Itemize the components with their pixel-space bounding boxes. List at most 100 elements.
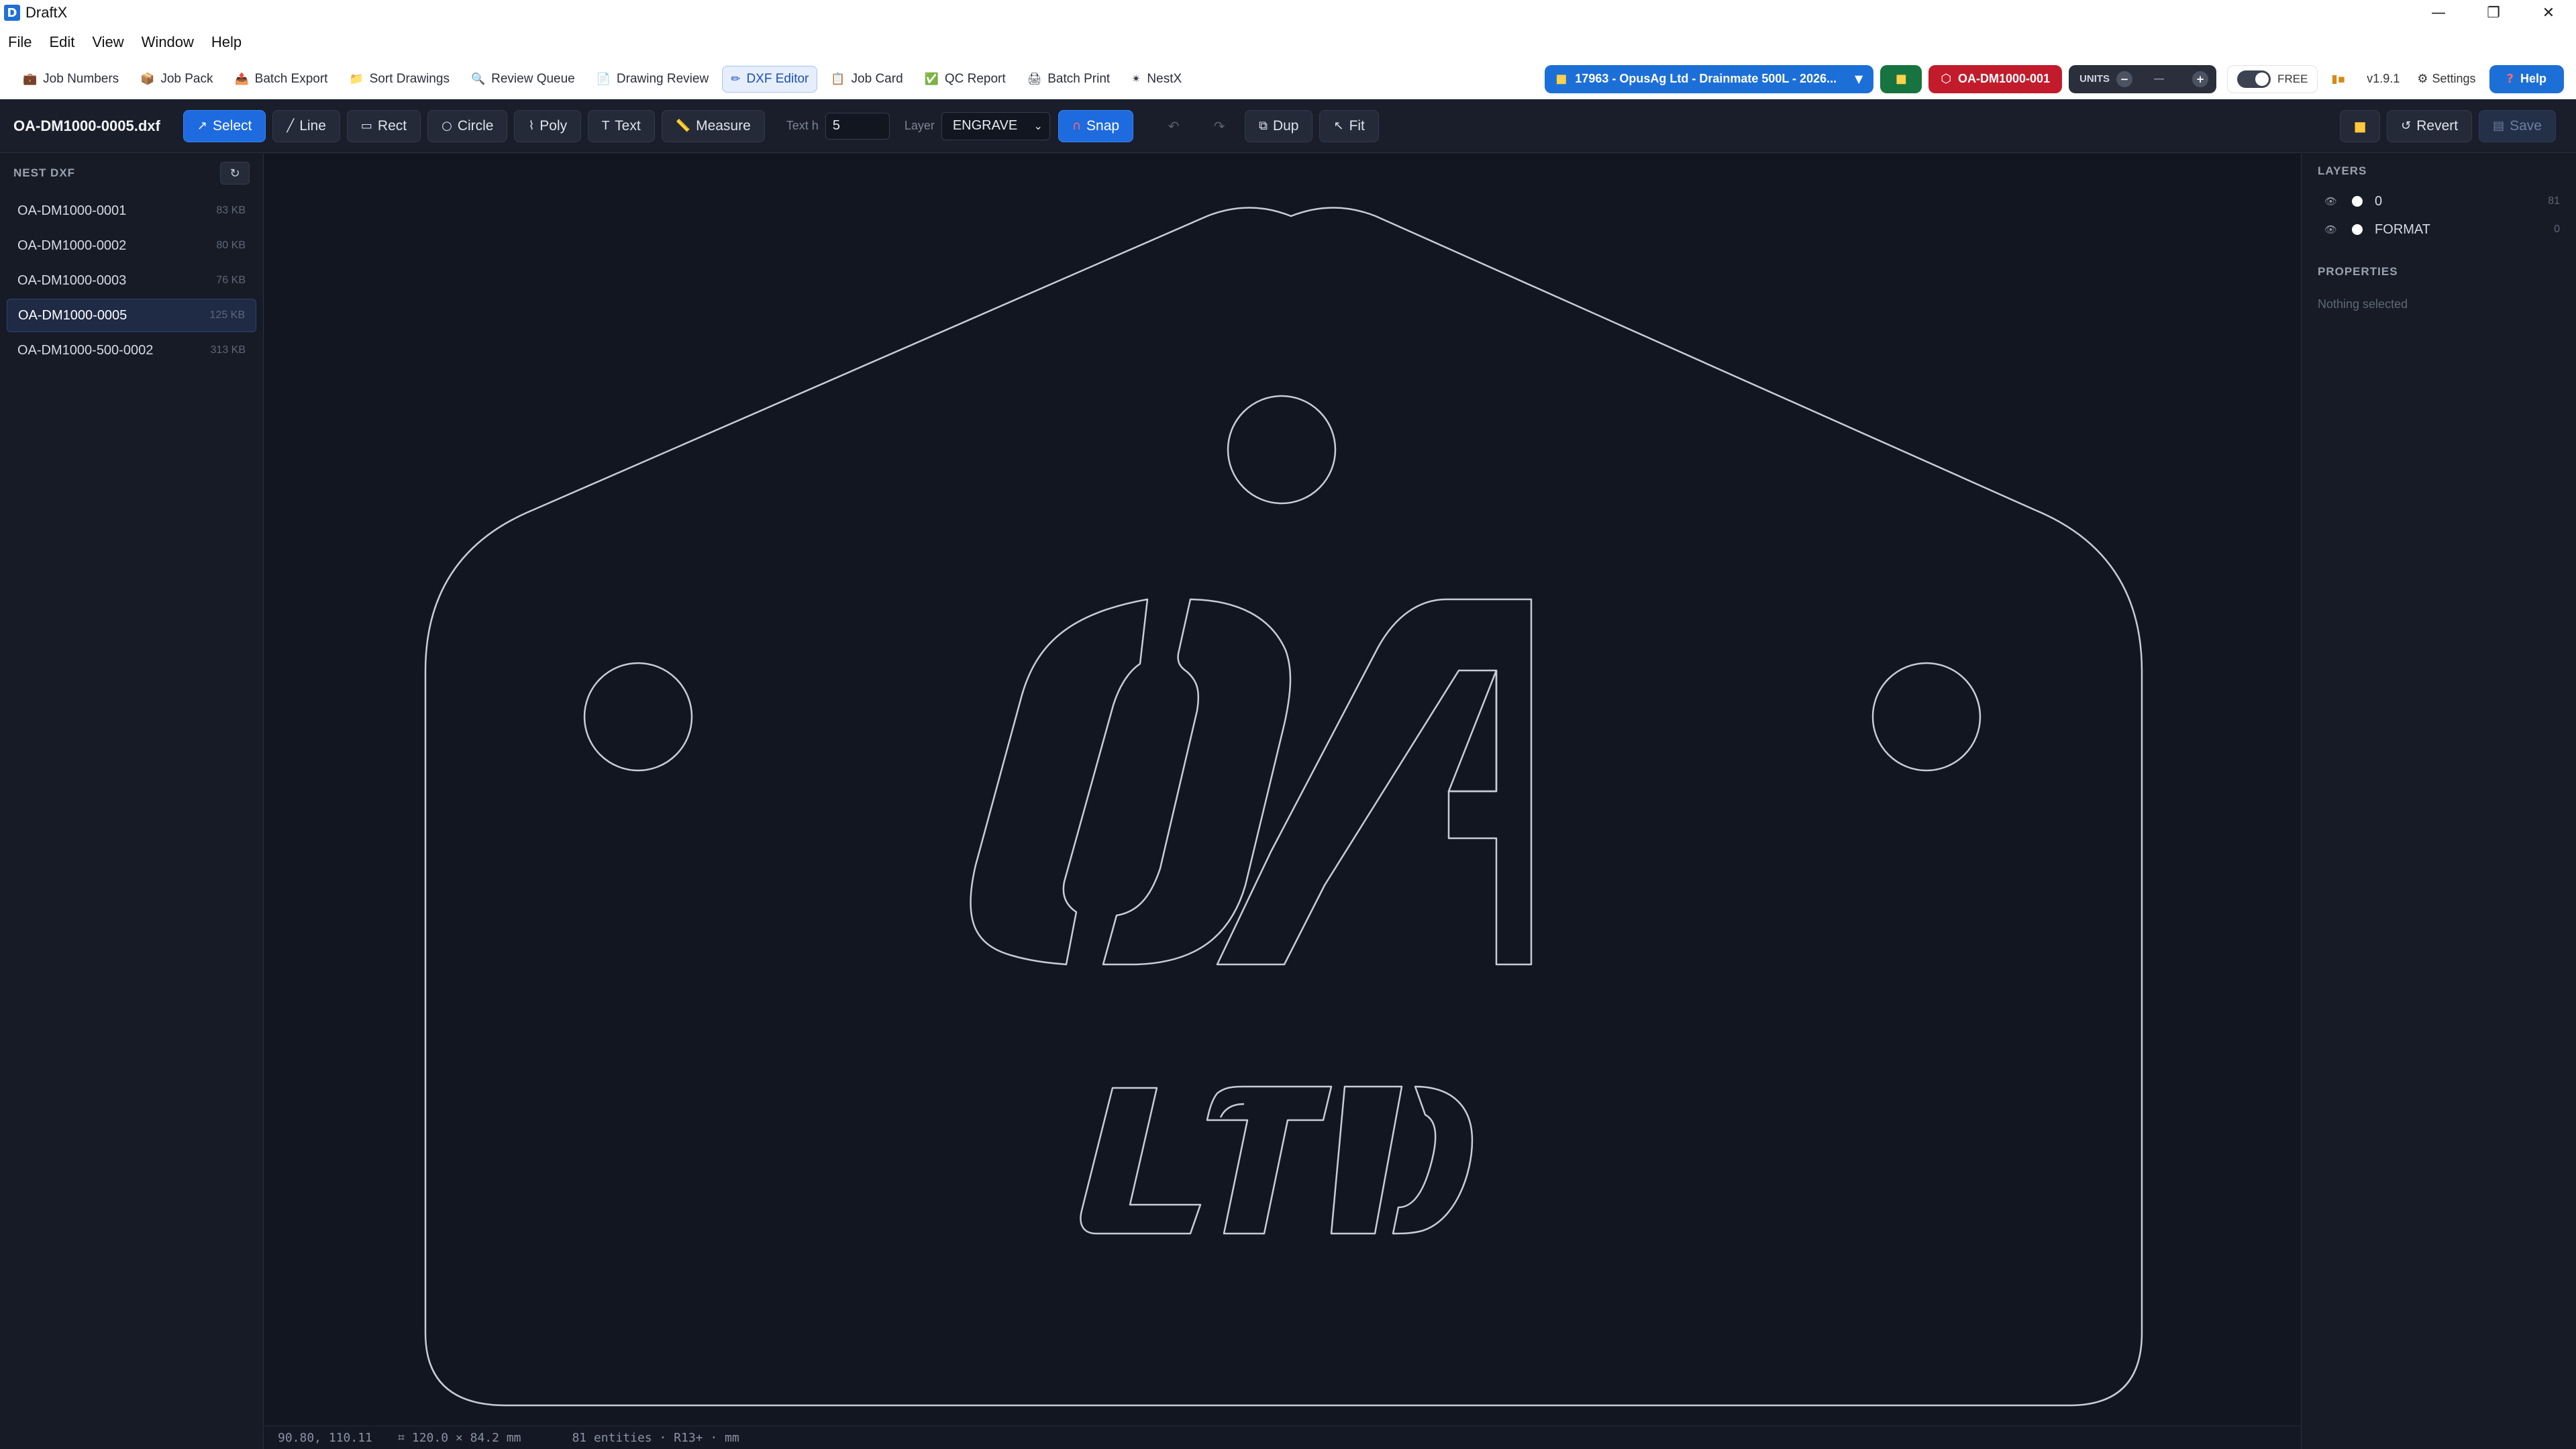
line-tool-button[interactable]: ╱ Line (272, 109, 340, 142)
tool-label: Dup (1272, 117, 1299, 134)
job-selector[interactable]: ■ 17963 - OpusAg Ltd - Drainmate 500L - … (1545, 64, 1874, 93)
nav-right-group: ■ 17963 - OpusAg Ltd - Drainmate 500L - … (1545, 64, 2576, 93)
select-tool-button[interactable]: ↗ Select (183, 109, 266, 142)
refresh-icon[interactable]: ↻ (220, 162, 250, 185)
minimize-icon[interactable]: — (2411, 0, 2466, 26)
free-toggle[interactable]: FREE (2227, 64, 2318, 93)
gear-icon: ⚙ (2417, 72, 2428, 86)
logo-letter-t[interactable] (1206, 1085, 1333, 1235)
settings-button[interactable]: ⚙ Settings (2417, 72, 2475, 86)
fit-button[interactable]: ↖ Fit (1319, 109, 1379, 142)
circle-tool-button[interactable]: ○ Circle (427, 109, 508, 142)
menu-edit[interactable]: Edit (49, 34, 74, 51)
text-height-input[interactable]: 5 (825, 112, 890, 140)
file-name: OA-DM1000-0005 (18, 307, 127, 323)
nav-job-pack[interactable]: 📦 Job Pack (132, 66, 221, 93)
maximize-icon[interactable]: ❐ (2466, 0, 2521, 26)
clipboard-icon: 📋 (831, 72, 845, 86)
nav-nestx[interactable]: ✴ NestX (1123, 66, 1190, 93)
layer-color-swatch[interactable] (2352, 196, 2363, 207)
circle-icon: ○ (442, 119, 452, 133)
file-list-item[interactable]: OA-DM1000-0003 76 KB (7, 264, 256, 297)
layer-row[interactable]: 👁 FORMAT 0 (2302, 215, 2576, 244)
file-list-item[interactable]: OA-DM1000-500-0002 313 KB (7, 334, 256, 367)
text-tool-button[interactable]: T Text (588, 109, 655, 142)
nav-label: NestX (1147, 71, 1182, 86)
toggle-switch[interactable] (2237, 70, 2271, 88)
menu-help[interactable]: Help (211, 34, 242, 51)
nav-batch-print[interactable]: 🖨 Batch Print (1019, 66, 1119, 93)
nav-review-queue[interactable]: 🔍 Review Queue (463, 66, 583, 93)
revert-button[interactable]: ↺ Revert (2387, 109, 2473, 142)
nav-qc-report[interactable]: ✅ QC Report (917, 66, 1014, 93)
sparkle-icon: ✴ (1131, 72, 1141, 86)
logo-letter-d-bowl[interactable] (1392, 1085, 1474, 1235)
nav-drawing-review[interactable]: 📄 Drawing Review (588, 66, 717, 93)
logo-letter-a[interactable] (1216, 598, 1533, 966)
layer-row[interactable]: 👁 0 81 (2302, 187, 2576, 215)
undo-icon[interactable]: ↶ (1153, 110, 1194, 142)
sidebar-title: NEST DXF (13, 166, 76, 179)
help-label: Help (2520, 72, 2546, 85)
folder-icon: ■ (2353, 117, 2367, 134)
left-hole[interactable] (583, 662, 693, 772)
logo-letter-d[interactable] (1330, 1085, 1403, 1235)
dxf-canvas[interactable] (264, 154, 2301, 1426)
title-bar: D DraftX — ❐ ✕ (0, 0, 2576, 26)
stats-icon[interactable]: ▮▪ (2331, 72, 2345, 86)
units-label: UNITS (2079, 73, 2110, 85)
nav-dxf-editor[interactable]: ✏ DXF Editor (722, 65, 818, 93)
pencil-icon: ✏ (731, 72, 741, 86)
drawing-svg[interactable] (264, 154, 2301, 1426)
right-hole[interactable] (1871, 662, 1981, 772)
logo-letter-l[interactable] (1080, 1087, 1202, 1235)
nav-job-card[interactable]: 📋 Job Card (823, 66, 911, 93)
poly-tool-button[interactable]: ⌇ Poly (514, 109, 582, 142)
duplicate-button[interactable]: ⧉ Dup (1245, 109, 1313, 142)
tool-label: Snap (1086, 117, 1120, 134)
redo-icon[interactable]: ↷ (1199, 110, 1239, 142)
measure-tool-button[interactable]: 📏 Measure (661, 109, 765, 142)
logo-letter-o[interactable] (970, 598, 1149, 966)
units-decrement-button[interactable]: − (2116, 70, 2133, 87)
logo-letter-t-counter[interactable] (1219, 1103, 1245, 1118)
file-list-item-selected[interactable]: OA-DM1000-0005 125 KB (7, 299, 256, 332)
nav-job-numbers[interactable]: 💼 Job Numbers (15, 66, 127, 93)
snap-toggle-button[interactable]: ∩ Snap (1058, 109, 1134, 142)
menu-view[interactable]: View (92, 34, 123, 51)
plate-outline[interactable] (424, 207, 2143, 1407)
eye-icon[interactable]: 👁 (2324, 195, 2337, 207)
top-hole[interactable] (1227, 395, 1337, 505)
close-icon[interactable]: ✕ (2521, 0, 2576, 26)
part-badge[interactable]: ⬡ OA-DM1000-001 (1928, 64, 2063, 93)
eye-icon[interactable]: 👁 (2324, 223, 2337, 236)
units-value: — (2154, 73, 2165, 85)
layer-name: FORMAT (2375, 221, 2430, 237)
menu-window[interactable]: Window (142, 34, 194, 51)
magnifier-icon: 🔍 (470, 72, 486, 86)
copy-icon: ⧉ (1259, 119, 1268, 133)
tool-label: Text (615, 117, 641, 134)
folder-icon: 📁 (349, 72, 364, 86)
logo-letter-o-right[interactable] (1102, 598, 1292, 966)
units-increment-button[interactable]: + (2192, 70, 2209, 87)
file-list-item[interactable]: OA-DM1000-0002 80 KB (7, 229, 256, 262)
cursor-coordinates: 90.80, 110.11 (278, 1430, 372, 1445)
rect-tool-button[interactable]: ▭ Rect (346, 109, 421, 142)
file-list-item[interactable]: OA-DM1000-0001 83 KB (7, 194, 256, 228)
app-logo-icon: D (4, 5, 20, 21)
nav-label: Job Pack (160, 71, 213, 86)
layer-color-swatch[interactable] (2352, 224, 2363, 235)
window-title: DraftX (25, 4, 68, 21)
nav-batch-export[interactable]: 📤 Batch Export (227, 66, 336, 93)
logo-letter-a-counter[interactable] (1447, 669, 1498, 793)
help-button[interactable]: ? Help (2489, 64, 2564, 93)
open-folder-button[interactable]: ■ (1880, 64, 1922, 93)
open-file-button[interactable]: ■ (2340, 109, 2381, 142)
save-button[interactable]: ▤ Save (2479, 109, 2556, 142)
layer-select[interactable]: ENGRAVE ⌄ (941, 111, 1050, 140)
nav-sort-drawings[interactable]: 📁 Sort Drawings (341, 66, 458, 93)
menu-file[interactable]: File (8, 34, 32, 51)
nav-label: QC Report (944, 71, 1006, 86)
nav-label: Drawing Review (616, 71, 709, 86)
